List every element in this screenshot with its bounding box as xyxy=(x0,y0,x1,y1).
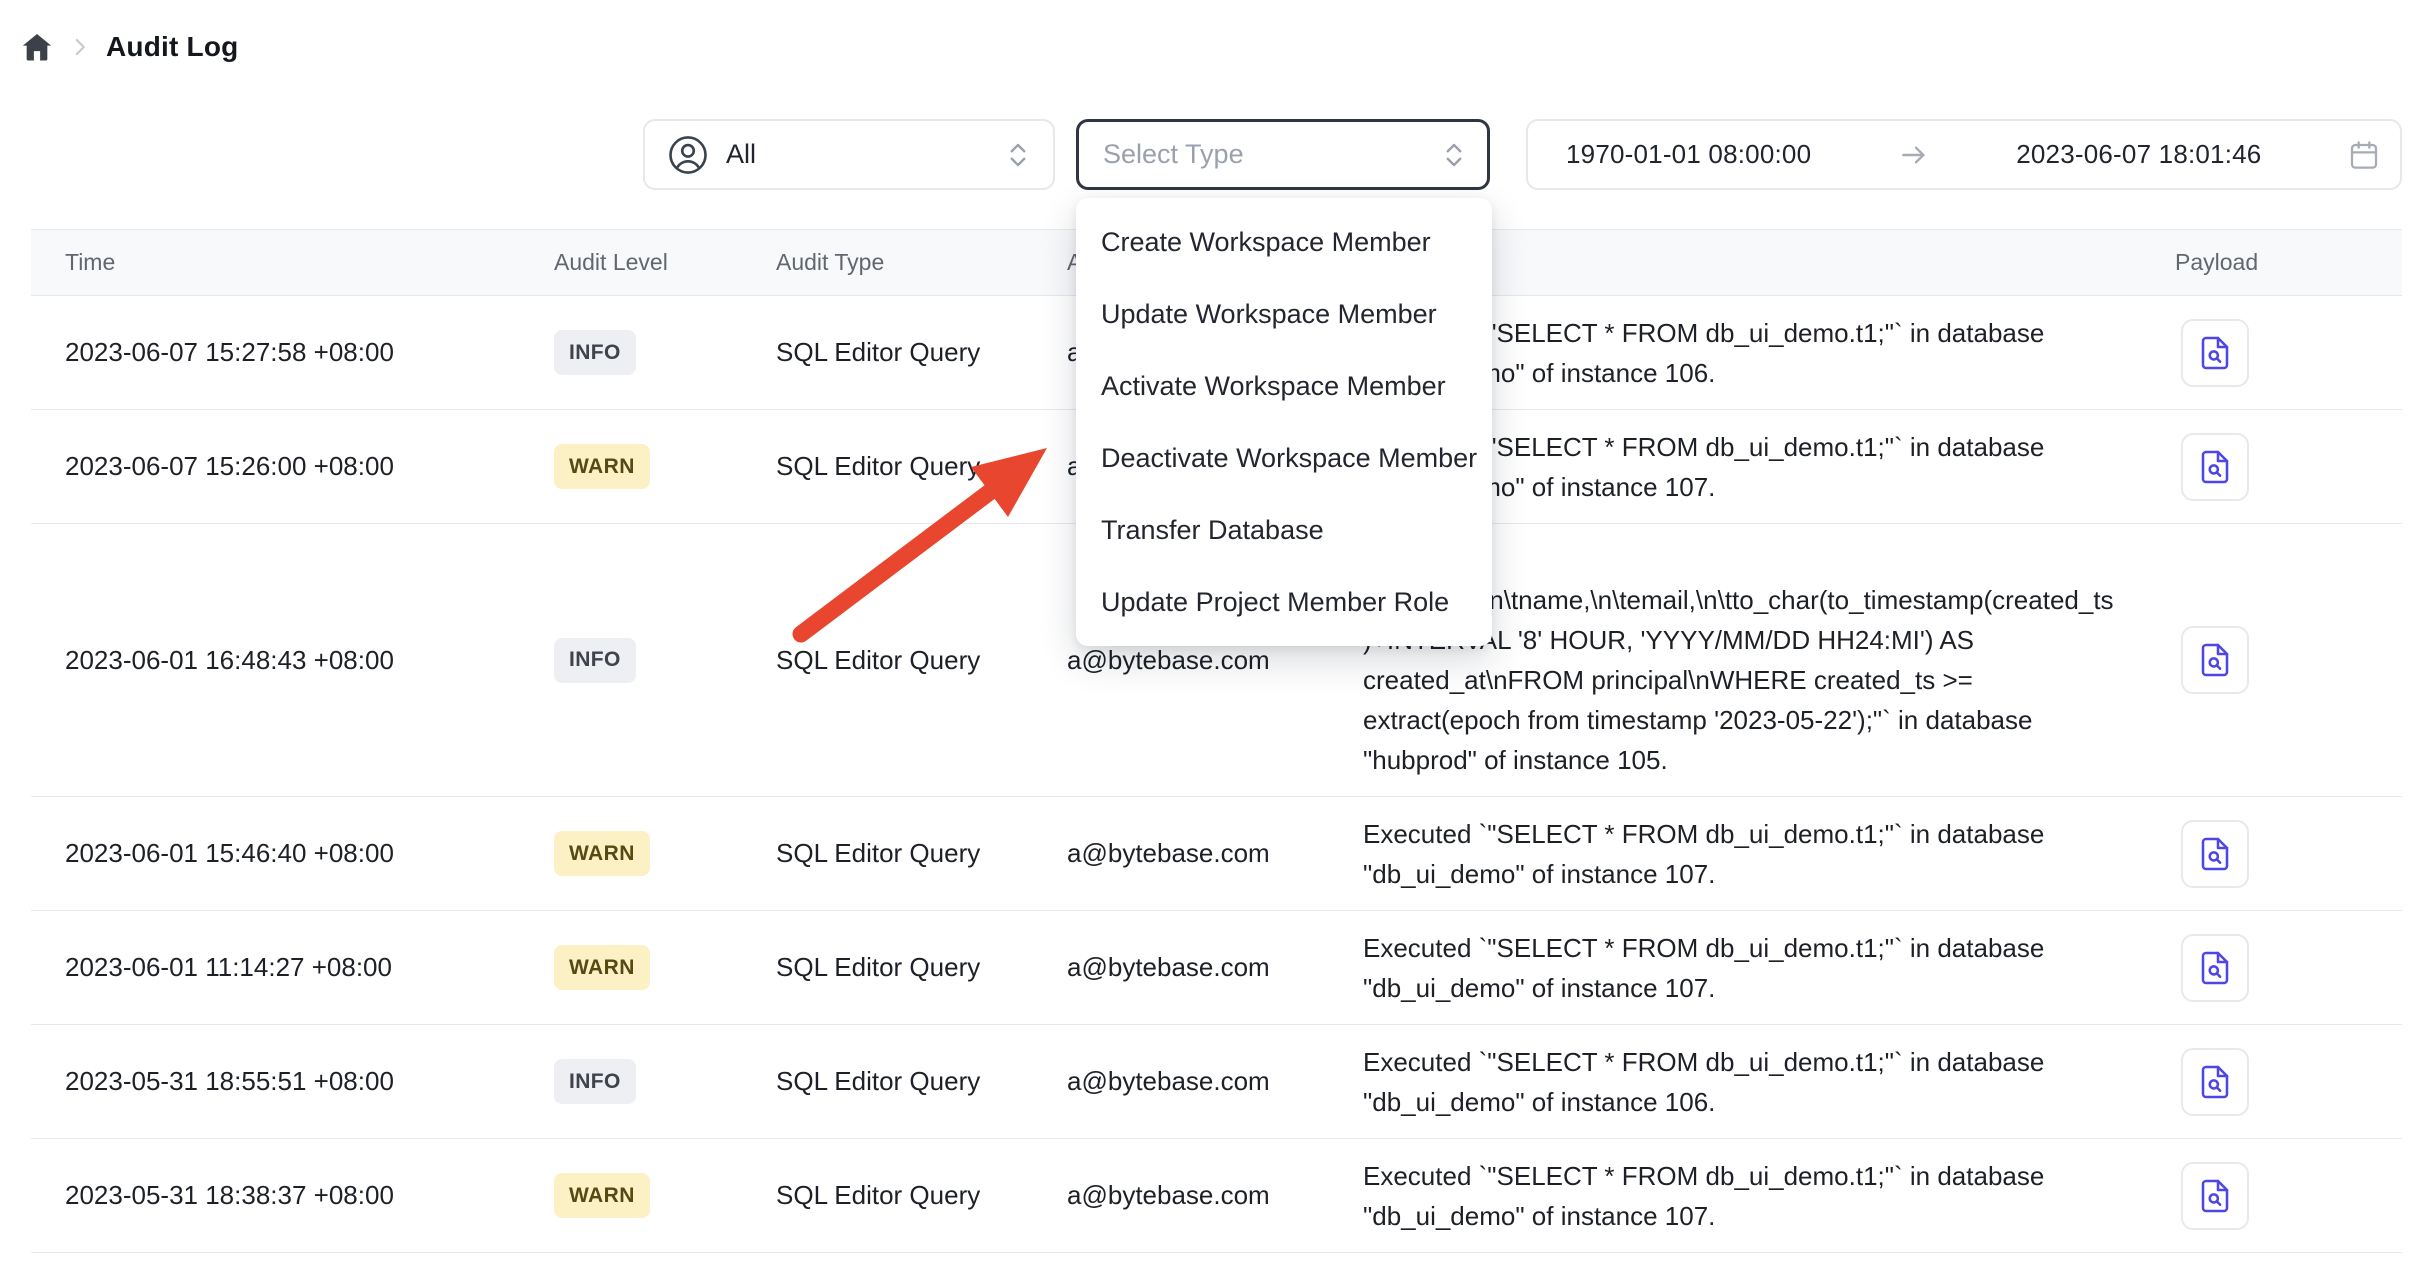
payload-cell xyxy=(2143,433,2402,501)
time-cell: 2023-06-07 15:26:00 +08:00 xyxy=(31,451,554,482)
payload-cell xyxy=(2143,626,2402,694)
dropdown-item-create-workspace-member[interactable]: Create Workspace Member xyxy=(1076,206,1492,278)
audit-type-cell: SQL Editor Query xyxy=(776,1180,1067,1211)
level-cell: INFO xyxy=(554,330,776,375)
payload-cell xyxy=(2143,934,2402,1002)
user-circle-icon xyxy=(667,134,709,176)
arrow-right-icon xyxy=(1898,139,1930,171)
level-cell: INFO xyxy=(554,638,776,683)
type-filter-placeholder: Select Type xyxy=(1103,139,1244,170)
table-row: 2023-06-01 11:14:27 +08:00 WARN SQL Edit… xyxy=(31,911,2402,1025)
column-header-audit-type: Audit Type xyxy=(776,249,1067,276)
home-icon[interactable] xyxy=(20,30,54,64)
chevron-right-icon xyxy=(67,34,93,60)
actor-cell: a@bytebase.com xyxy=(1067,952,1363,983)
payload-cell xyxy=(2143,319,2402,387)
chevrons-up-down-icon xyxy=(1003,140,1033,170)
audit-level-badge: INFO xyxy=(554,1059,636,1104)
audit-type-cell: SQL Editor Query xyxy=(776,1066,1067,1097)
time-cell: 2023-06-07 15:27:58 +08:00 xyxy=(31,337,554,368)
column-header-time: Time xyxy=(31,249,554,276)
payload-cell xyxy=(2143,820,2402,888)
date-range-end: 2023-06-07 18:01:46 xyxy=(2016,139,2261,170)
type-filter-select[interactable]: Select Type xyxy=(1076,119,1490,190)
dropdown-item-deactivate-workspace-member[interactable]: Deactivate Workspace Member xyxy=(1076,422,1492,494)
actor-cell: a@bytebase.com xyxy=(1067,1066,1363,1097)
file-search-icon xyxy=(2197,1064,2233,1100)
comment-cell: Executed `"SELECT * FROM db_ui_demo.t1;"… xyxy=(1363,1156,2143,1236)
file-search-icon xyxy=(2197,836,2233,872)
type-dropdown-menu: Create Workspace Member Update Workspace… xyxy=(1076,198,1492,646)
chevrons-up-down-icon xyxy=(1439,140,1469,170)
view-payload-button[interactable] xyxy=(2181,820,2249,888)
audit-level-badge: WARN xyxy=(554,945,650,990)
file-search-icon xyxy=(2197,642,2233,678)
payload-cell xyxy=(2143,1048,2402,1116)
level-cell: WARN xyxy=(554,945,776,990)
breadcrumb: Audit Log xyxy=(20,26,238,68)
file-search-icon xyxy=(2197,449,2233,485)
audit-type-cell: SQL Editor Query xyxy=(776,645,1067,676)
level-cell: WARN xyxy=(554,831,776,876)
user-filter-value: All xyxy=(726,139,756,170)
audit-type-cell: SQL Editor Query xyxy=(776,838,1067,869)
dropdown-item-transfer-database[interactable]: Transfer Database xyxy=(1076,494,1492,566)
level-cell: WARN xyxy=(554,444,776,489)
audit-type-cell: SQL Editor Query xyxy=(776,952,1067,983)
table-row: 2023-06-01 15:46:40 +08:00 WARN SQL Edit… xyxy=(31,797,2402,911)
time-cell: 2023-05-31 18:55:51 +08:00 xyxy=(31,1066,554,1097)
payload-cell xyxy=(2143,1162,2402,1230)
view-payload-button[interactable] xyxy=(2181,433,2249,501)
audit-level-badge: WARN xyxy=(554,444,650,489)
audit-level-badge: INFO xyxy=(554,638,636,683)
actor-cell: a@bytebase.com xyxy=(1067,838,1363,869)
date-range-picker[interactable]: 1970-01-01 08:00:00 2023-06-07 18:01:46 xyxy=(1526,119,2402,190)
time-cell: 2023-05-31 18:38:37 +08:00 xyxy=(31,1180,554,1211)
audit-type-cell: SQL Editor Query xyxy=(776,337,1067,368)
file-search-icon xyxy=(2197,950,2233,986)
actor-cell: a@bytebase.com xyxy=(1067,645,1363,676)
file-search-icon xyxy=(2197,335,2233,371)
user-filter-select[interactable]: All xyxy=(643,119,1055,190)
column-header-audit-level: Audit Level xyxy=(554,249,776,276)
date-range-start: 1970-01-01 08:00:00 xyxy=(1566,139,1811,170)
view-payload-button[interactable] xyxy=(2181,934,2249,1002)
audit-log-page: Audit Log All Select Type 1970-01-01 08:… xyxy=(0,0,2410,1268)
audit-level-badge: INFO xyxy=(554,330,636,375)
view-payload-button[interactable] xyxy=(2181,1048,2249,1116)
audit-level-badge: WARN xyxy=(554,831,650,876)
comment-cell: Executed `"SELECT * FROM db_ui_demo.t1;"… xyxy=(1363,1042,2143,1122)
audit-level-badge: WARN xyxy=(554,1173,650,1218)
file-search-icon xyxy=(2197,1178,2233,1214)
table-row: 2023-05-31 18:55:51 +08:00 INFO SQL Edit… xyxy=(31,1025,2402,1139)
time-cell: 2023-06-01 16:48:43 +08:00 xyxy=(31,645,554,676)
column-header-payload: Payload xyxy=(2143,249,2402,276)
page-title: Audit Log xyxy=(106,31,238,63)
audit-type-cell: SQL Editor Query xyxy=(776,451,1067,482)
calendar-icon xyxy=(2348,139,2380,171)
comment-cell: Executed `"SELECT * FROM db_ui_demo.t1;"… xyxy=(1363,814,2143,894)
level-cell: WARN xyxy=(554,1173,776,1218)
dropdown-item-activate-workspace-member[interactable]: Activate Workspace Member xyxy=(1076,350,1492,422)
table-row: 2023-05-31 18:38:37 +08:00 WARN SQL Edit… xyxy=(31,1139,2402,1253)
dropdown-item-update-project-member-role[interactable]: Update Project Member Role xyxy=(1076,566,1492,638)
dropdown-item-update-workspace-member[interactable]: Update Workspace Member xyxy=(1076,278,1492,350)
level-cell: INFO xyxy=(554,1059,776,1104)
time-cell: 2023-06-01 11:14:27 +08:00 xyxy=(31,952,554,983)
comment-cell: Executed `"SELECT * FROM db_ui_demo.t1;"… xyxy=(1363,928,2143,1008)
time-cell: 2023-06-01 15:46:40 +08:00 xyxy=(31,838,554,869)
view-payload-button[interactable] xyxy=(2181,626,2249,694)
view-payload-button[interactable] xyxy=(2181,1162,2249,1230)
actor-cell: a@bytebase.com xyxy=(1067,1180,1363,1211)
view-payload-button[interactable] xyxy=(2181,319,2249,387)
